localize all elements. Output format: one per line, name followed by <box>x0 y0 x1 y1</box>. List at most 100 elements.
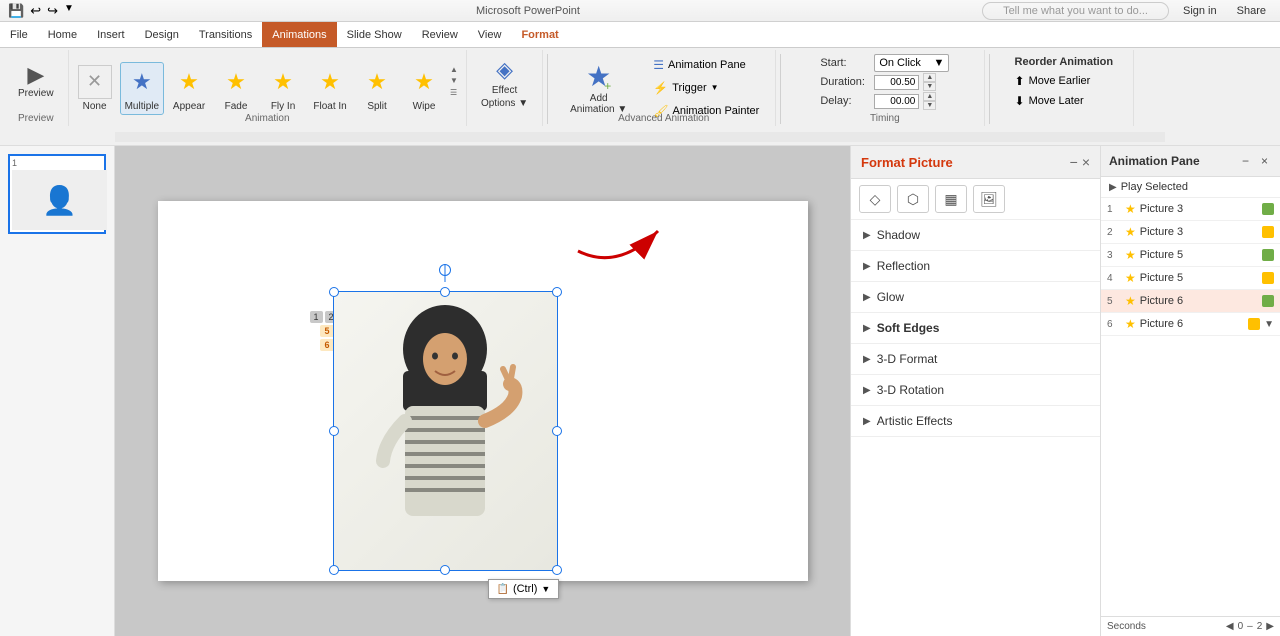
start-select[interactable]: On Click ▼ <box>874 54 949 72</box>
anim-pane-minimize-btn[interactable]: − <box>1238 152 1253 170</box>
3d-format-label: 3-D Format <box>877 352 938 366</box>
anim-btn-fade[interactable]: ★ Fade <box>214 63 258 114</box>
handle-bl[interactable] <box>329 565 339 575</box>
handle-br[interactable] <box>552 565 562 575</box>
ctrl-dropdown-arrow[interactable]: ▼ <box>541 584 550 594</box>
soft-edges-header[interactable]: ▶ Soft Edges <box>851 313 1100 343</box>
anim-item-5[interactable]: 5 ★ Picture 6 <box>1101 290 1280 313</box>
add-animation-btn[interactable]: ★+ AddAnimation ▼ <box>560 54 637 121</box>
save-icon[interactable]: 💾 <box>8 3 24 19</box>
anim-item-1[interactable]: 1 ★ Picture 3 <box>1101 198 1280 221</box>
duration-up-btn[interactable]: ▲ <box>923 73 936 82</box>
trigger-arrow: ▼ <box>711 83 719 92</box>
anim-pane-close-btn[interactable]: × <box>1257 152 1272 170</box>
slide-thumb-img: 👤 <box>12 170 107 230</box>
anim-btn-floatin[interactable]: ★ Float In <box>308 63 352 114</box>
3d-rotation-header[interactable]: ▶ 3-D Rotation <box>851 375 1100 405</box>
move-later-btn[interactable]: ⬇ Move Later <box>1009 92 1120 110</box>
anim-item-3[interactable]: 3 ★ Picture 5 <box>1101 244 1280 267</box>
format-tab-picture[interactable]: 🖼 <box>973 185 1005 213</box>
delay-spinner: ▲ ▼ <box>923 92 936 110</box>
slide-thumb-1[interactable]: 1 👤 <box>8 154 106 234</box>
format-minimize-btn[interactable]: − <box>1070 154 1078 170</box>
anim-item-4[interactable]: 4 ★ Picture 5 <box>1101 267 1280 290</box>
anim-btn-split[interactable]: ★ Split <box>355 63 399 114</box>
duration-down-btn[interactable]: ▼ <box>923 82 936 91</box>
sign-in-btn[interactable]: Sign in <box>1177 4 1223 18</box>
effect-options-btn[interactable]: ◈ Effect Options ▼ <box>475 54 534 112</box>
anim-btn-none[interactable]: ✕ None <box>73 63 117 114</box>
3d-format-header[interactable]: ▶ 3-D Format <box>851 344 1100 374</box>
redo-icon[interactable]: ↪ <box>47 3 58 19</box>
scroll-down-btn[interactable]: ▼ <box>448 75 460 86</box>
tab-insert[interactable]: Insert <box>87 22 135 47</box>
format-tabs: ◇ ⬡ ▦ 🖼 <box>851 179 1100 220</box>
tab-review[interactable]: Review <box>412 22 468 47</box>
ctrl-tooltip[interactable]: 📋 (Ctrl) ▼ <box>488 579 560 599</box>
timing-inputs: Start: On Click ▼ Duration: ▲ ▼ Delay: <box>820 54 949 110</box>
scroll-up-btn[interactable]: ▲ <box>448 64 460 75</box>
footer-right-arrow[interactable]: ▶ <box>1266 621 1274 632</box>
shadow-label: Shadow <box>877 228 920 242</box>
handle-tr[interactable] <box>552 287 562 297</box>
wipe-icon: ★ <box>407 65 441 99</box>
preview-content: ▶ Preview <box>12 54 60 122</box>
badge-1[interactable]: 1 <box>310 311 323 323</box>
effect-options-content: ◈ Effect Options ▼ <box>475 54 534 126</box>
selection-box[interactable] <box>333 291 558 571</box>
trigger-label: Trigger <box>672 82 706 94</box>
scroll-more-btn[interactable]: ☰ <box>448 87 460 98</box>
tab-transitions[interactable]: Transitions <box>189 22 262 47</box>
delay-down-btn[interactable]: ▼ <box>923 101 936 110</box>
preview-btn[interactable]: ▶ Preview <box>12 61 60 102</box>
play-selected-btn[interactable]: ▶ Play Selected <box>1101 177 1280 198</box>
glow-header[interactable]: ▶ Glow <box>851 282 1100 312</box>
person-image <box>334 292 557 570</box>
ribbon-group-reorder: Reorder Animation ⬆ Move Earlier ⬇ Move … <box>994 50 1134 126</box>
handle-ml[interactable] <box>329 426 339 436</box>
anim-btn-wipe[interactable]: ★ Wipe <box>402 63 446 114</box>
tab-format[interactable]: Format <box>511 22 568 47</box>
anim-btn-multiple[interactable]: ★ Multiple <box>120 62 164 115</box>
footer-left-arrow[interactable]: ◀ <box>1226 621 1234 632</box>
anim-item-2[interactable]: 2 ★ Picture 3 <box>1101 221 1280 244</box>
format-close-btn[interactable]: × <box>1082 154 1090 170</box>
delay-up-btn[interactable]: ▲ <box>923 92 936 101</box>
customize-icon[interactable]: ▼ <box>64 3 74 19</box>
tab-design[interactable]: Design <box>135 22 189 47</box>
footer-start-num: 0 <box>1238 621 1244 632</box>
handle-mr[interactable] <box>552 426 562 436</box>
format-tab-size[interactable]: ▦ <box>935 185 967 213</box>
tab-view[interactable]: View <box>468 22 512 47</box>
undo-icon[interactable]: ↩ <box>30 3 41 19</box>
handle-tm[interactable] <box>440 287 450 297</box>
share-btn[interactable]: Share <box>1231 4 1272 18</box>
artistic-effects-header[interactable]: ▶ Artistic Effects <box>851 406 1100 436</box>
trigger-btn[interactable]: ⚡ Trigger ▼ <box>645 78 767 98</box>
animation-pane-btn[interactable]: ☰ Animation Pane <box>645 55 767 75</box>
handle-bm[interactable] <box>440 565 450 575</box>
format-tab-fill[interactable]: ◇ <box>859 185 891 213</box>
tab-file[interactable]: File <box>0 22 38 47</box>
anim-item-6-arrow[interactable]: ▼ <box>1264 319 1274 330</box>
duration-input[interactable] <box>874 75 919 90</box>
anim-item-6[interactable]: 6 ★ Picture 6 ▼ <box>1101 313 1280 336</box>
animation-list: 1 ★ Picture 3 2 ★ Picture 3 3 ★ Picture … <box>1101 198 1280 616</box>
anim-btn-appear[interactable]: ★ Appear <box>167 63 211 114</box>
tab-home[interactable]: Home <box>38 22 87 47</box>
shadow-header[interactable]: ▶ Shadow <box>851 220 1100 250</box>
slide-canvas[interactable]: 1 2 5 6 <box>158 201 808 581</box>
anim-pane-title: Animation Pane <box>1109 154 1200 168</box>
add-animation-label: AddAnimation ▼ <box>570 93 627 115</box>
anim-item-4-dot <box>1262 272 1274 284</box>
tab-slideshow[interactable]: Slide Show <box>337 22 412 47</box>
format-tab-effects[interactable]: ⬡ <box>897 185 929 213</box>
move-earlier-btn[interactable]: ⬆ Move Earlier <box>1009 72 1120 90</box>
search-box[interactable]: Tell me what you want to do... <box>982 2 1169 20</box>
anim-btn-flyin[interactable]: ★ Fly In <box>261 63 305 114</box>
tab-animations[interactable]: Animations <box>262 22 336 47</box>
handle-tl[interactable] <box>329 287 339 297</box>
flyin-icon: ★ <box>266 65 300 99</box>
reflection-header[interactable]: ▶ Reflection <box>851 251 1100 281</box>
delay-input[interactable] <box>874 94 919 109</box>
